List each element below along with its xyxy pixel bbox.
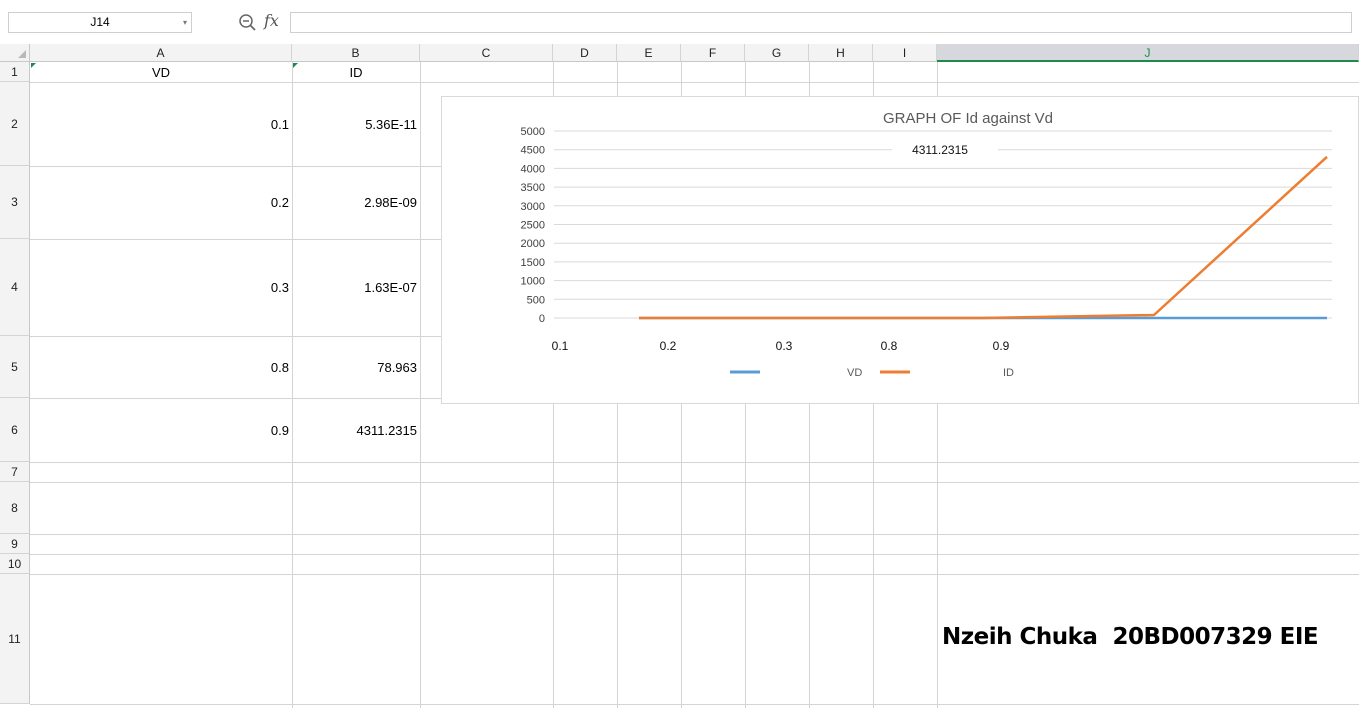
formula-bar: J14 ▾ fx	[0, 0, 1359, 45]
row-header-2[interactable]: 2	[0, 82, 30, 166]
row-gridline	[30, 534, 1359, 535]
error-indicator-icon	[293, 63, 298, 68]
row-header-3[interactable]: 3	[0, 166, 30, 239]
y-tick-label: 4500	[521, 145, 545, 157]
column-header-i[interactable]: I	[873, 44, 937, 62]
column-header-d[interactable]: D	[553, 44, 617, 62]
cell-id-value[interactable]: 2.98E-09	[292, 166, 420, 239]
cell-id-value[interactable]: 1.63E-07	[292, 239, 420, 336]
x-tick-label: 0.3	[776, 339, 793, 353]
column-gridline	[420, 62, 421, 708]
cell-vd-value[interactable]: 0.3	[30, 239, 292, 336]
y-tick-label: 1000	[521, 276, 545, 288]
row-gridline	[30, 554, 1359, 555]
row-header-6[interactable]: 6	[0, 398, 30, 462]
row-gridline	[30, 704, 1359, 705]
row-header-5[interactable]: 5	[0, 336, 30, 398]
column-header-f[interactable]: F	[681, 44, 745, 62]
row-header-9[interactable]: 9	[0, 534, 30, 554]
row-header-10[interactable]: 10	[0, 554, 30, 574]
chart[interactable]: GRAPH OF Id against Vd 0 500 1000 1500 2000 25…	[441, 96, 1359, 404]
series-line-id	[639, 155, 1328, 320]
row-gridline	[30, 482, 1359, 483]
cell-id-value[interactable]: 5.36E-11	[292, 82, 420, 166]
row-header-7[interactable]: 7	[0, 462, 30, 482]
legend-label-id: ID	[1003, 367, 1014, 379]
row-header-4[interactable]: 4	[0, 239, 30, 336]
cell-vd-value[interactable]: 0.8	[30, 336, 292, 398]
y-tick-label: 1500	[521, 257, 545, 269]
chart-svg: GRAPH OF Id against Vd 0 500 1000 1500 2000 25…	[521, 110, 1332, 379]
legend-label-vd: VD	[847, 367, 862, 379]
y-tick-label: 0	[539, 313, 545, 325]
y-tick-label: 2500	[521, 220, 545, 232]
zoom-icon[interactable]	[238, 13, 258, 33]
cell-id-value[interactable]: 4311.2315	[292, 398, 420, 462]
row-gridline	[30, 462, 1359, 463]
cell-vd-value[interactable]: 0.9	[30, 398, 292, 462]
select-all-corner[interactable]	[0, 44, 30, 62]
row-header-8[interactable]: 8	[0, 482, 30, 534]
cell-a1-header[interactable]: VD	[30, 62, 292, 82]
y-tick-label: 500	[527, 294, 545, 306]
x-tick-label: 0.8	[881, 339, 898, 353]
column-header-e[interactable]: E	[617, 44, 681, 62]
column-header-j[interactable]: J	[937, 44, 1359, 62]
y-tick-label: 5000	[521, 126, 545, 138]
y-tick-label: 2000	[521, 238, 545, 250]
error-indicator-icon	[31, 63, 36, 68]
name-box[interactable]: J14 ▾	[8, 12, 192, 33]
cell-vd-value[interactable]: 0.1	[30, 82, 292, 166]
column-header-h[interactable]: H	[809, 44, 873, 62]
formula-input[interactable]	[290, 12, 1352, 33]
row-header-1[interactable]: 1	[0, 62, 30, 82]
y-tick-label: 4000	[521, 163, 545, 175]
x-tick-label: 0.2	[660, 339, 677, 353]
name-box-value: J14	[90, 15, 110, 29]
column-header-g[interactable]: G	[745, 44, 809, 62]
row-gridline	[30, 574, 1359, 575]
cell-vd-value[interactable]: 0.2	[30, 166, 292, 239]
x-tick-label: 0.1	[552, 339, 569, 353]
function-icon[interactable]: fx	[264, 11, 279, 30]
cell-b1-header[interactable]: ID	[292, 62, 420, 82]
chart-title: GRAPH OF Id against Vd	[883, 110, 1053, 127]
column-header-b[interactable]: B	[292, 44, 420, 62]
x-tick-label: 0.9	[993, 339, 1010, 353]
row-header-11[interactable]: 11	[0, 574, 30, 704]
data-label: 4311.2315	[912, 143, 968, 157]
column-header-c[interactable]: C	[420, 44, 553, 62]
y-tick-label: 3000	[521, 201, 545, 213]
signature-text: Nzeih Chuka 20BD007329 EIE	[942, 624, 1319, 650]
cell-id-value[interactable]: 78.963	[292, 336, 420, 398]
y-tick-label: 3500	[521, 182, 545, 194]
chevron-down-icon[interactable]: ▾	[183, 13, 187, 32]
column-header-a[interactable]: A	[30, 44, 292, 62]
